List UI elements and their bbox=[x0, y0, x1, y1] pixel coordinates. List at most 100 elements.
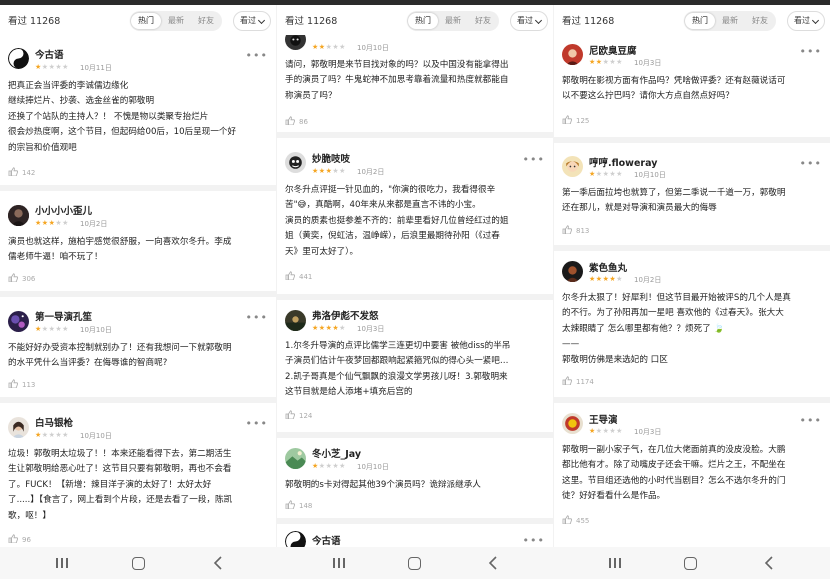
username[interactable]: 哼哼.floweray bbox=[589, 155, 657, 169]
green-landscape-avatar[interactable] bbox=[285, 448, 306, 469]
red-badge-avatar[interactable] bbox=[562, 413, 583, 434]
review-header: 看过 11268 热门 最新 好友 看过 bbox=[277, 5, 553, 35]
more-options-icon[interactable]: ••• bbox=[523, 534, 545, 547]
home-icon[interactable] bbox=[132, 557, 145, 570]
username[interactable]: 妙脆吱吱 bbox=[312, 151, 350, 165]
more-options-icon[interactable]: ••• bbox=[246, 49, 268, 62]
username[interactable]: 王导演 bbox=[589, 412, 618, 426]
star-empty-icon: ★ bbox=[62, 325, 69, 333]
yin-yang-icon[interactable] bbox=[8, 48, 29, 69]
screen-2: 看过 11268 热门 最新 好友 看过 ★★★★★ 10月10日 请问，郭敬明… bbox=[277, 5, 553, 547]
back-icon[interactable] bbox=[213, 555, 233, 571]
like-button[interactable]: 306 bbox=[8, 273, 35, 283]
review-card[interactable]: 妙脆吱吱 ★★★★★ 10月2日 ••• 尔冬升点评挺一针见血的，"你演的很吃力… bbox=[277, 138, 553, 294]
review-card[interactable]: 第一导演孔笙 ★★★★★ 10月10日 ••• 不能好好办受资本控制就别办了！还… bbox=[0, 297, 276, 397]
username[interactable]: 白马银枪 bbox=[35, 415, 73, 429]
like-button[interactable]: 124 bbox=[285, 410, 312, 420]
like-count: 86 bbox=[299, 118, 308, 126]
cartoon-face-avatar[interactable] bbox=[285, 152, 306, 173]
filter-dropdown[interactable]: 看过 bbox=[787, 11, 825, 31]
username[interactable]: 紫色鱼丸 bbox=[589, 260, 627, 274]
recent-apps-icon[interactable] bbox=[606, 555, 626, 571]
tab-latest[interactable]: 最新 bbox=[161, 13, 191, 29]
review-card[interactable]: 哼哼.floweray ★★★★★ 10月10日 ••• 第一季后面拉垮也就算了… bbox=[554, 143, 830, 245]
like-button[interactable]: 86 bbox=[285, 116, 308, 126]
back-icon[interactable] bbox=[488, 555, 508, 571]
tab-hot[interactable]: 热门 bbox=[685, 13, 715, 29]
more-options-icon[interactable]: ••• bbox=[800, 157, 822, 170]
review-card[interactable]: 冬小芝_Jay ★★★★★ 10月10日 郭敬明的s卡对得起其他39个演员吗？诡… bbox=[277, 438, 553, 518]
review-text: 郭敬明在影视方面有作品吗？凭啥做评委？还有赵薇说话可 以不要这么拧巴吗？请你大方点… bbox=[562, 74, 824, 105]
review-card[interactable]: 今古语 ••• bbox=[277, 524, 553, 547]
star-filled-icon: ★ bbox=[312, 324, 319, 332]
tab-friends[interactable]: 好友 bbox=[468, 13, 498, 29]
like-button[interactable]: 441 bbox=[285, 271, 312, 281]
back-icon[interactable] bbox=[764, 555, 784, 571]
review-header: 看过 11268 热门 最新 好友 看过 bbox=[554, 5, 830, 35]
red-portrait-avatar[interactable] bbox=[562, 44, 583, 65]
home-icon[interactable] bbox=[408, 557, 421, 570]
girl-portrait-avatar[interactable] bbox=[8, 417, 29, 438]
like-button[interactable]: 142 bbox=[8, 167, 35, 177]
review-card[interactable]: 弗洛伊彪不发怒 ★★★★★ 10月3日 1.尔冬升导演的点评比儒学三连更切中要害… bbox=[277, 300, 553, 432]
like-button[interactable]: 113 bbox=[8, 379, 35, 389]
username[interactable]: 第一导演孔笙 bbox=[35, 309, 92, 323]
username[interactable]: 弗洛伊彪不发怒 bbox=[312, 308, 379, 322]
dark-portrait-avatar[interactable] bbox=[562, 261, 583, 282]
star-empty-icon: ★ bbox=[595, 427, 603, 435]
review-line: 继续捧烂片、抄袭、选金丝雀的郭敬明 bbox=[8, 96, 155, 107]
review-line: 还换了个站队的主持人？！ 不愧是物以类聚专抬烂片 bbox=[8, 111, 209, 122]
username[interactable]: 小小小小歪儿 bbox=[35, 203, 92, 217]
tab-friends[interactable]: 好友 bbox=[191, 13, 221, 29]
tab-latest[interactable]: 最新 bbox=[715, 13, 745, 29]
star-filled-icon: ★ bbox=[318, 167, 326, 175]
rating-stars: ★★★★★ bbox=[312, 167, 346, 175]
like-button[interactable]: 455 bbox=[562, 515, 589, 525]
star-filled-icon: ★ bbox=[589, 58, 596, 66]
like-button[interactable]: 1174 bbox=[562, 376, 594, 386]
filter-dropdown[interactable]: 看过 bbox=[510, 11, 548, 31]
review-card[interactable]: 今古语 ★★★★★ 10月11日 ••• 把真正会当评委的李诚儒边缘化 继续捧烂片… bbox=[0, 35, 276, 185]
username[interactable]: 今古语 bbox=[312, 533, 341, 547]
recent-apps-icon[interactable] bbox=[53, 555, 73, 571]
review-line: 的宗旨和价值观吧 bbox=[8, 142, 77, 153]
more-options-icon[interactable]: ••• bbox=[523, 153, 545, 166]
review-text: 请问，郭敬明是来节目找对象的吗？以及中国没有能拿得出 手的演员了吗？牛鬼蛇神不加思… bbox=[285, 58, 547, 104]
review-card[interactable]: 白马银枪 ★★★★★ 10月10日 ••• 垃圾！郭敬明太垃圾了！！本来还能看得… bbox=[0, 403, 276, 547]
more-options-icon[interactable]: ••• bbox=[800, 45, 822, 58]
tab-friends[interactable]: 好友 bbox=[745, 13, 775, 29]
more-options-icon[interactable]: ••• bbox=[246, 417, 268, 430]
purple-galaxy-avatar[interactable] bbox=[8, 311, 29, 332]
recent-apps-icon[interactable] bbox=[330, 555, 350, 571]
tab-hot[interactable]: 热门 bbox=[131, 13, 161, 29]
star-filled-icon: ★ bbox=[589, 427, 596, 435]
more-options-icon[interactable]: ••• bbox=[800, 414, 822, 427]
filter-label: 看过 bbox=[240, 16, 256, 25]
yin-yang-icon[interactable] bbox=[285, 531, 306, 547]
review-card[interactable]: 王导演 ★★★★★ 10月3日 ••• 郭敬明一副小家子气，在几位大佬面前真的没… bbox=[554, 403, 830, 547]
tab-hot[interactable]: 热门 bbox=[408, 13, 438, 29]
like-button[interactable]: 813 bbox=[562, 225, 589, 235]
review-card[interactable]: 紫色鱼丸 ★★★★★ 10月2日 尔冬升太狠了！好犀利！但这节目最开始被评S的几… bbox=[554, 251, 830, 397]
tab-latest[interactable]: 最新 bbox=[438, 13, 468, 29]
review-card[interactable]: ★★★★★ 10月10日 请问，郭敬明是来节目找对象的吗？以及中国没有能拿得出手… bbox=[277, 29, 553, 131]
watched-count: 看过 11268 bbox=[562, 16, 615, 27]
review-card[interactable]: 尼欧臭豆腐 ★★★★★ 10月3日 ••• 郭敬明在影视方面有作品吗？凭啥做评委… bbox=[554, 35, 830, 137]
more-options-icon[interactable]: ••• bbox=[246, 311, 268, 324]
username[interactable]: 尼欧臭豆腐 bbox=[589, 43, 637, 57]
rating-stars: ★★★★★ bbox=[312, 43, 346, 51]
sunset-avatar[interactable] bbox=[285, 310, 306, 331]
username[interactable]: 冬小芝_Jay bbox=[312, 446, 361, 460]
review-card[interactable]: 小小小小歪儿 ★★★★★ 10月2日 演员也就这样，施柏宇感觉很舒服，一向喜欢尔… bbox=[0, 191, 276, 291]
username[interactable]: 今古语 bbox=[35, 47, 64, 61]
like-button[interactable]: 125 bbox=[562, 115, 589, 125]
like-count: 455 bbox=[576, 517, 590, 525]
dark-portrait-avatar[interactable] bbox=[8, 205, 29, 226]
like-count: 1174 bbox=[576, 378, 594, 386]
cartoon-girl-avatar[interactable] bbox=[562, 156, 583, 177]
like-button[interactable]: 148 bbox=[285, 500, 312, 510]
like-button[interactable]: 96 bbox=[8, 534, 31, 544]
star-filled-icon: ★ bbox=[318, 43, 326, 51]
home-icon[interactable] bbox=[684, 557, 697, 570]
filter-dropdown[interactable]: 看过 bbox=[233, 11, 271, 31]
